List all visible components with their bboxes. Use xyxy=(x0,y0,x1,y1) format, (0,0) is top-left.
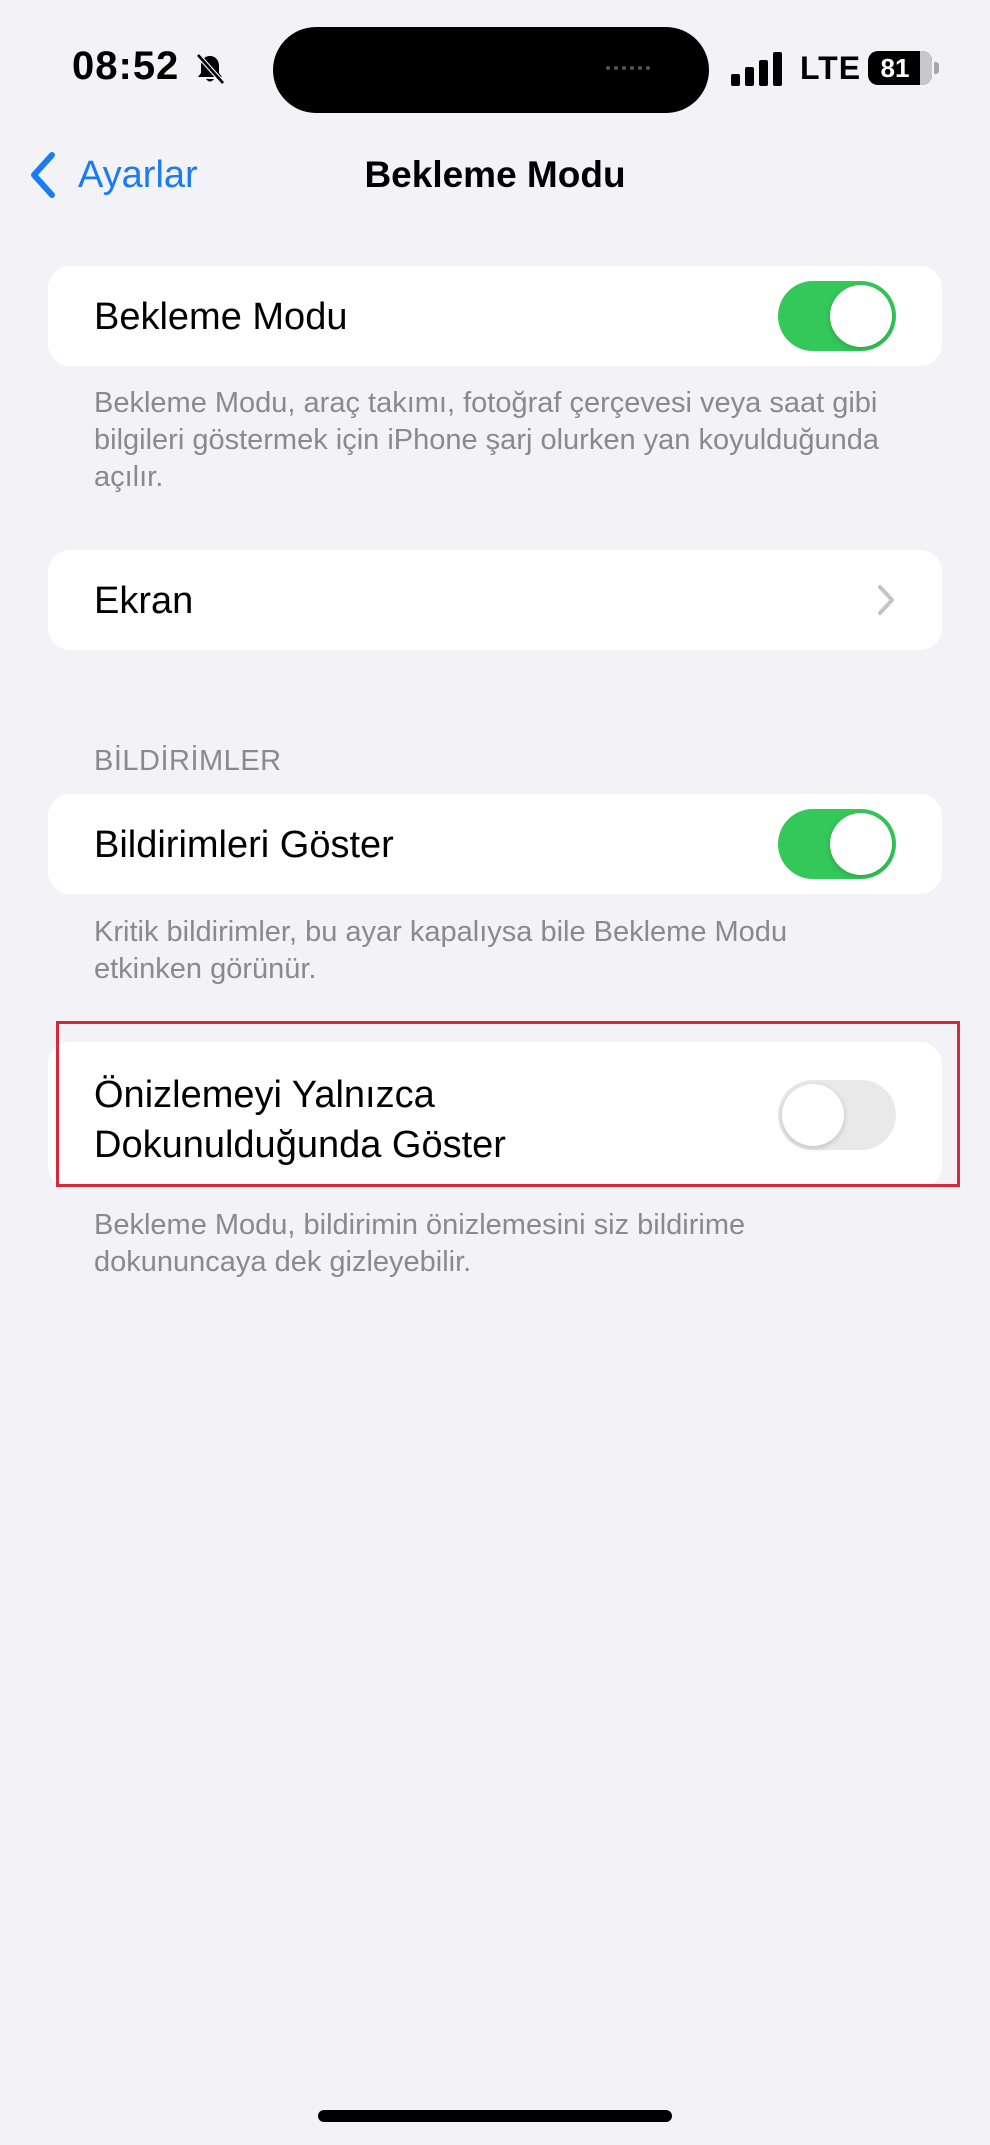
status-time: 08:52 xyxy=(72,44,180,88)
preview-on-tap-toggle[interactable] xyxy=(778,1080,896,1150)
battery-icon: 81 xyxy=(868,51,940,85)
show-notifications-label: Bildirimleri Göster xyxy=(94,824,394,866)
toggle-knob xyxy=(830,813,892,875)
standby-mode-label: Bekleme Modu xyxy=(94,296,348,338)
standby-mode-footer: Bekleme Modu, araç takımı, fotoğraf çerç… xyxy=(94,387,880,493)
status-bar: 08:52 LTE 81 xyxy=(0,0,990,140)
network-type: LTE xyxy=(800,50,862,86)
page-title: Bekleme Modu xyxy=(364,154,626,195)
toggle-knob xyxy=(782,1084,844,1146)
standby-mode-cell: Bekleme Modu xyxy=(48,266,942,366)
preview-on-tap-footer: Bekleme Modu, bildirimin önizlemesini si… xyxy=(94,1209,746,1278)
standby-mode-toggle[interactable] xyxy=(778,281,896,351)
show-notifications-toggle[interactable] xyxy=(778,809,896,879)
display-cell[interactable]: Ekran xyxy=(48,550,942,650)
signal-icon xyxy=(731,52,782,86)
show-notifications-footer: Kritik bildirimler, bu ayar kapalıysa bi… xyxy=(94,916,788,985)
camera-indicator-icon xyxy=(606,66,650,70)
show-notifications-cell: Bildirimleri Göster xyxy=(48,794,942,894)
preview-on-tap-label-line2: Dokunulduğunda Göster xyxy=(94,1124,506,1166)
dynamic-island xyxy=(273,27,709,113)
notifications-section-header: BİLDİRİMLER xyxy=(94,745,282,777)
chevron-right-icon xyxy=(878,585,894,615)
toggle-knob xyxy=(830,285,892,347)
preview-on-tap-cell: Önizlemeyi Yalnızca Dokunulduğunda Göste… xyxy=(48,1042,942,1188)
battery-level: 81 xyxy=(880,53,910,83)
bell-slash-icon xyxy=(196,53,225,85)
display-label: Ekran xyxy=(94,580,194,622)
home-indicator[interactable] xyxy=(318,2110,672,2122)
preview-on-tap-label-line1: Önizlemeyi Yalnızca xyxy=(94,1074,435,1116)
